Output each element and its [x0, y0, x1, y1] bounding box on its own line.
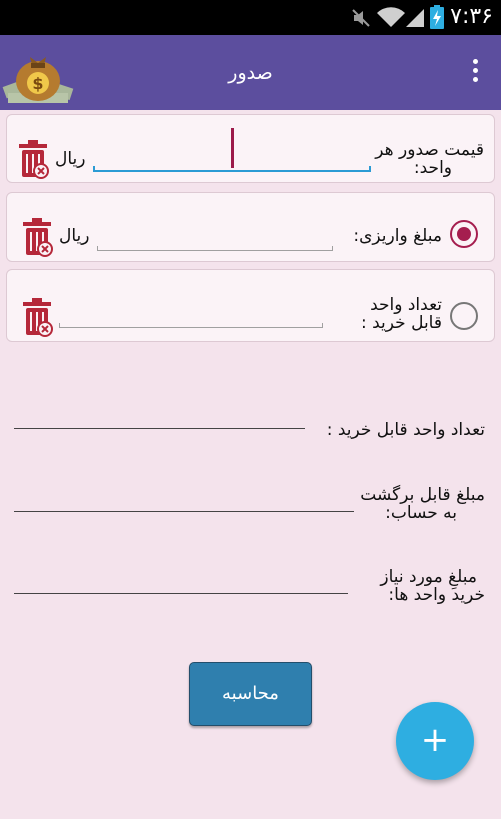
calculate-button[interactable]: محاسبه	[189, 662, 312, 726]
refund-amount-label: مبلغ قابل برگشت به حساب:	[360, 485, 485, 523]
delete-icon[interactable]	[21, 217, 53, 257]
deposit-amount-label: مبلغ واریزی:	[353, 226, 442, 246]
page-title: صدور	[228, 62, 273, 84]
refund-amount-value	[14, 511, 354, 512]
wifi-icon	[377, 7, 405, 27]
required-amount-value	[14, 593, 348, 594]
unit-price-label: قیمت صدور هر واحد:	[375, 140, 484, 178]
purchasable-units-value	[14, 428, 305, 429]
deposit-amount-card: مبلغ واریزی: ریال	[6, 192, 495, 262]
text-cursor	[231, 128, 234, 168]
app-bar: $ صدور	[0, 35, 501, 110]
unit-count-label: تعداد واحد قابل خرید :	[361, 295, 442, 333]
unit-price-input[interactable]	[93, 166, 371, 172]
plus-icon: +	[420, 720, 450, 760]
battery-charging-icon	[430, 5, 444, 29]
add-fab-button[interactable]: +	[396, 702, 474, 780]
unit-price-card: قیمت صدور هر واحد: ریال	[6, 114, 495, 183]
signal-icon	[406, 9, 424, 27]
mute-icon	[352, 9, 370, 27]
required-amount-label: مبلغِ مورد نیاز خرید واحد ها:	[380, 567, 485, 605]
deposit-amount-radio[interactable]	[450, 220, 478, 248]
unit-count-card: تعداد واحد قابل خرید :	[6, 269, 495, 342]
deposit-amount-input[interactable]	[97, 246, 333, 251]
delete-icon[interactable]	[17, 139, 49, 179]
deposit-amount-unit: ریال	[59, 226, 90, 246]
status-bar: ۷:۳۶	[0, 0, 501, 35]
overflow-menu-icon[interactable]	[471, 59, 479, 87]
delete-icon[interactable]	[21, 297, 53, 337]
unit-count-input[interactable]	[59, 323, 323, 328]
purchasable-units-label: تعداد واحد قابل خرید :	[326, 420, 485, 440]
unit-price-unit: ریال	[55, 149, 86, 169]
clock: ۷:۳۶	[450, 4, 493, 29]
unit-count-radio[interactable]	[450, 302, 478, 330]
